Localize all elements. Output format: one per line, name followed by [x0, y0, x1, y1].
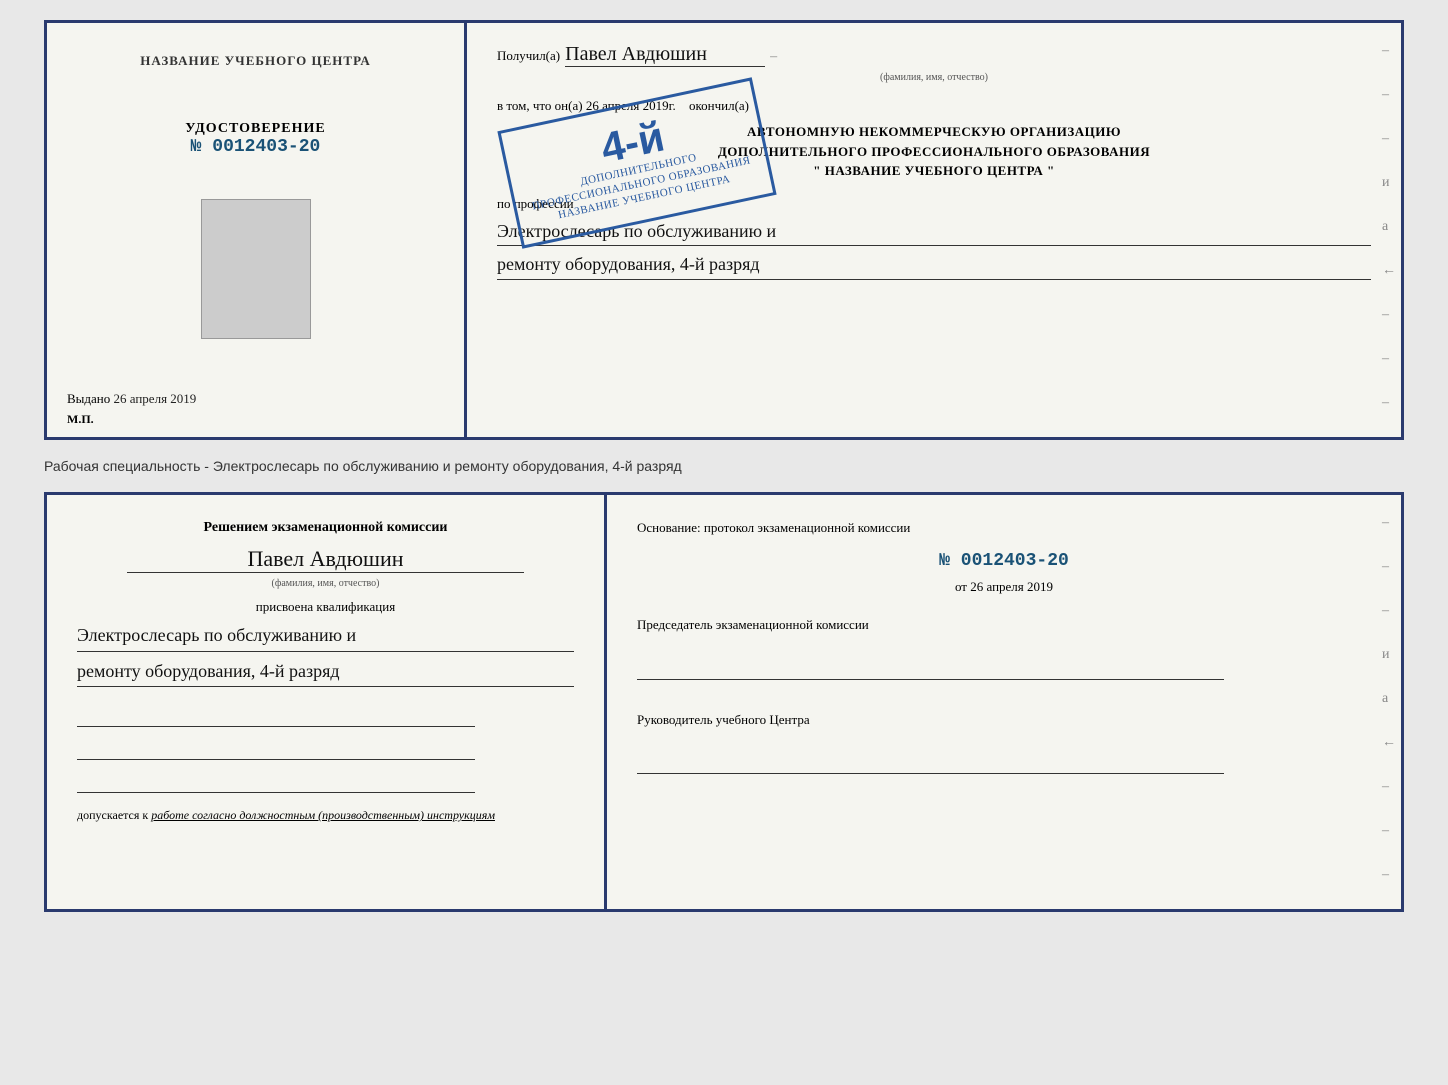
recipient-name: Павел Авдюшин	[565, 43, 765, 67]
dash-br4: и	[1382, 647, 1396, 663]
org-line1: АВТОНОМНУЮ НЕКОММЕРЧЕСКУЮ ОРГАНИЗАЦИЮ	[497, 122, 1371, 142]
top-document: НАЗВАНИЕ УЧЕБНОГО ЦЕНТРА УДОСТОВЕРЕНИЕ №…	[44, 20, 1404, 440]
dash-br9: –	[1382, 867, 1396, 883]
separator-text: Рабочая специальность - Электрослесарь п…	[44, 458, 1404, 474]
dash-r9: –	[1382, 395, 1396, 411]
dash-br7: –	[1382, 779, 1396, 795]
dash-r6: ←	[1382, 263, 1396, 279]
fio-label-top: (фамилия, имя, отчество)	[497, 72, 1371, 83]
chairman-sig-line	[637, 655, 1224, 680]
bottom-document-wrapper: Решением экзаменационной комиссии Павел …	[20, 492, 1428, 912]
top-document-wrapper: НАЗВАНИЕ УЧЕБНОГО ЦЕНТРА УДОСТОВЕРЕНИЕ №…	[20, 20, 1428, 440]
right-dashes-top: – – – и а ← – – –	[1382, 43, 1396, 411]
допускается-text: работе согласно должностным (производств…	[151, 808, 495, 822]
signature-lines	[77, 702, 574, 793]
cert-number: № 0012403-20	[185, 137, 325, 157]
qual-line2: ремонту оборудования, 4-й разряд	[77, 656, 574, 688]
protocol-date-value: 26 апреля 2019	[970, 579, 1053, 594]
dash-br2: –	[1382, 559, 1396, 575]
dash1: –	[770, 49, 777, 65]
cert-label: УДОСТОВЕРЕНИЕ	[185, 121, 325, 137]
chairman-section: Председатель экзаменационной комиссии Ру…	[637, 615, 1371, 774]
dash-r7: –	[1382, 307, 1396, 323]
issued-date: 26 апреля 2019	[114, 391, 197, 406]
separator-content: Рабочая специальность - Электрослесарь п…	[44, 458, 682, 474]
training-center-title: НАЗВАНИЕ УЧЕБНОГО ЦЕНТРА	[140, 53, 371, 69]
dash-br8: –	[1382, 823, 1396, 839]
issued-label: Выдано	[67, 391, 110, 406]
right-dashes-bottom: – – – и а ← – – –	[1382, 515, 1396, 883]
dash-br5: а	[1382, 691, 1396, 707]
dash-r1: –	[1382, 43, 1396, 59]
recipient-line: Получил(а) Павел Авдюшин –	[497, 43, 1371, 67]
decision-title: Решением экзаменационной комиссии	[77, 520, 574, 536]
person-name: Павел Авдюшин	[127, 546, 525, 573]
dash-br1: –	[1382, 515, 1396, 531]
dash-br3: –	[1382, 603, 1396, 619]
date-prefix-bottom: от	[955, 579, 967, 594]
profession-section: по профессии Электрослесарь по обслужива…	[497, 196, 1371, 281]
bottom-document: Решением экзаменационной комиссии Павел …	[44, 492, 1404, 912]
basis-label: Основание: протокол экзаменационной коми…	[637, 520, 1371, 536]
profession-label: по профессии	[497, 196, 1371, 212]
mp-label: М.П.	[67, 412, 94, 427]
dash-r4: и	[1382, 175, 1396, 191]
dash-r8: –	[1382, 351, 1396, 367]
org-line3: " НАЗВАНИЕ УЧЕБНОГО ЦЕНТРА "	[497, 161, 1371, 181]
qualification-label: присвоена квалификация	[77, 599, 574, 615]
bottom-right-panel: Основание: протокол экзаменационной коми…	[607, 495, 1401, 909]
date-line: в том, что он(а) 26 апреля 2019г. окончи…	[497, 98, 1371, 114]
page-wrapper: НАЗВАНИЕ УЧЕБНОГО ЦЕНТРА УДОСТОВЕРЕНИЕ №…	[20, 20, 1428, 912]
org-block: АВТОНОМНУЮ НЕКОММЕРЧЕСКУЮ ОРГАНИЗАЦИЮ ДО…	[497, 122, 1371, 181]
issued-line: Выдано 26 апреля 2019	[67, 391, 444, 407]
dash-r5: а	[1382, 219, 1396, 235]
fio-label-bottom: (фамилия, имя, отчество)	[77, 578, 574, 589]
top-right-panel: 4-й ДОПОЛНИТЕЛЬНОГО ПРОФЕССИОНАЛЬНОГО ОБ…	[467, 23, 1401, 437]
chairman-title: Председатель экзаменационной комиссии	[637, 615, 1371, 635]
date-suffix: окончил(а)	[689, 98, 749, 113]
date-value: 26 апреля 2019г.	[586, 98, 676, 113]
top-left-panel: НАЗВАНИЕ УЧЕБНОГО ЦЕНТРА УДОСТОВЕРЕНИЕ №…	[47, 23, 467, 437]
profession-line1: Электрослесарь по обслуживанию и	[497, 217, 1371, 247]
допускается-prefix: допускается к	[77, 808, 148, 822]
sig-line3	[77, 768, 475, 793]
qual-line1: Электрослесарь по обслуживанию и	[77, 620, 574, 652]
received-prefix: Получил(а)	[497, 48, 560, 64]
sig-line1	[77, 702, 475, 727]
protocol-date: от 26 апреля 2019	[637, 579, 1371, 595]
director-sig-line	[637, 749, 1224, 774]
bottom-left-panel: Решением экзаменационной комиссии Павел …	[47, 495, 607, 909]
profession-line2: ремонту оборудования, 4-й разряд	[497, 250, 1371, 280]
dash-r3: –	[1382, 131, 1396, 147]
director-title: Руководитель учебного Центра	[637, 710, 1371, 730]
cert-number-section: УДОСТОВЕРЕНИЕ № 0012403-20	[185, 121, 325, 157]
допускается-block: допускается к работе согласно должностны…	[77, 808, 574, 823]
photo-placeholder	[201, 199, 311, 339]
dash-br6: ←	[1382, 735, 1396, 751]
sig-line2	[77, 735, 475, 760]
date-prefix: в том, что он(а)	[497, 98, 583, 113]
protocol-number: № 0012403-20	[637, 551, 1371, 571]
org-line2: ДОПОЛНИТЕЛЬНОГО ПРОФЕССИОНАЛЬНОГО ОБРАЗО…	[497, 142, 1371, 162]
dash-r2: –	[1382, 87, 1396, 103]
